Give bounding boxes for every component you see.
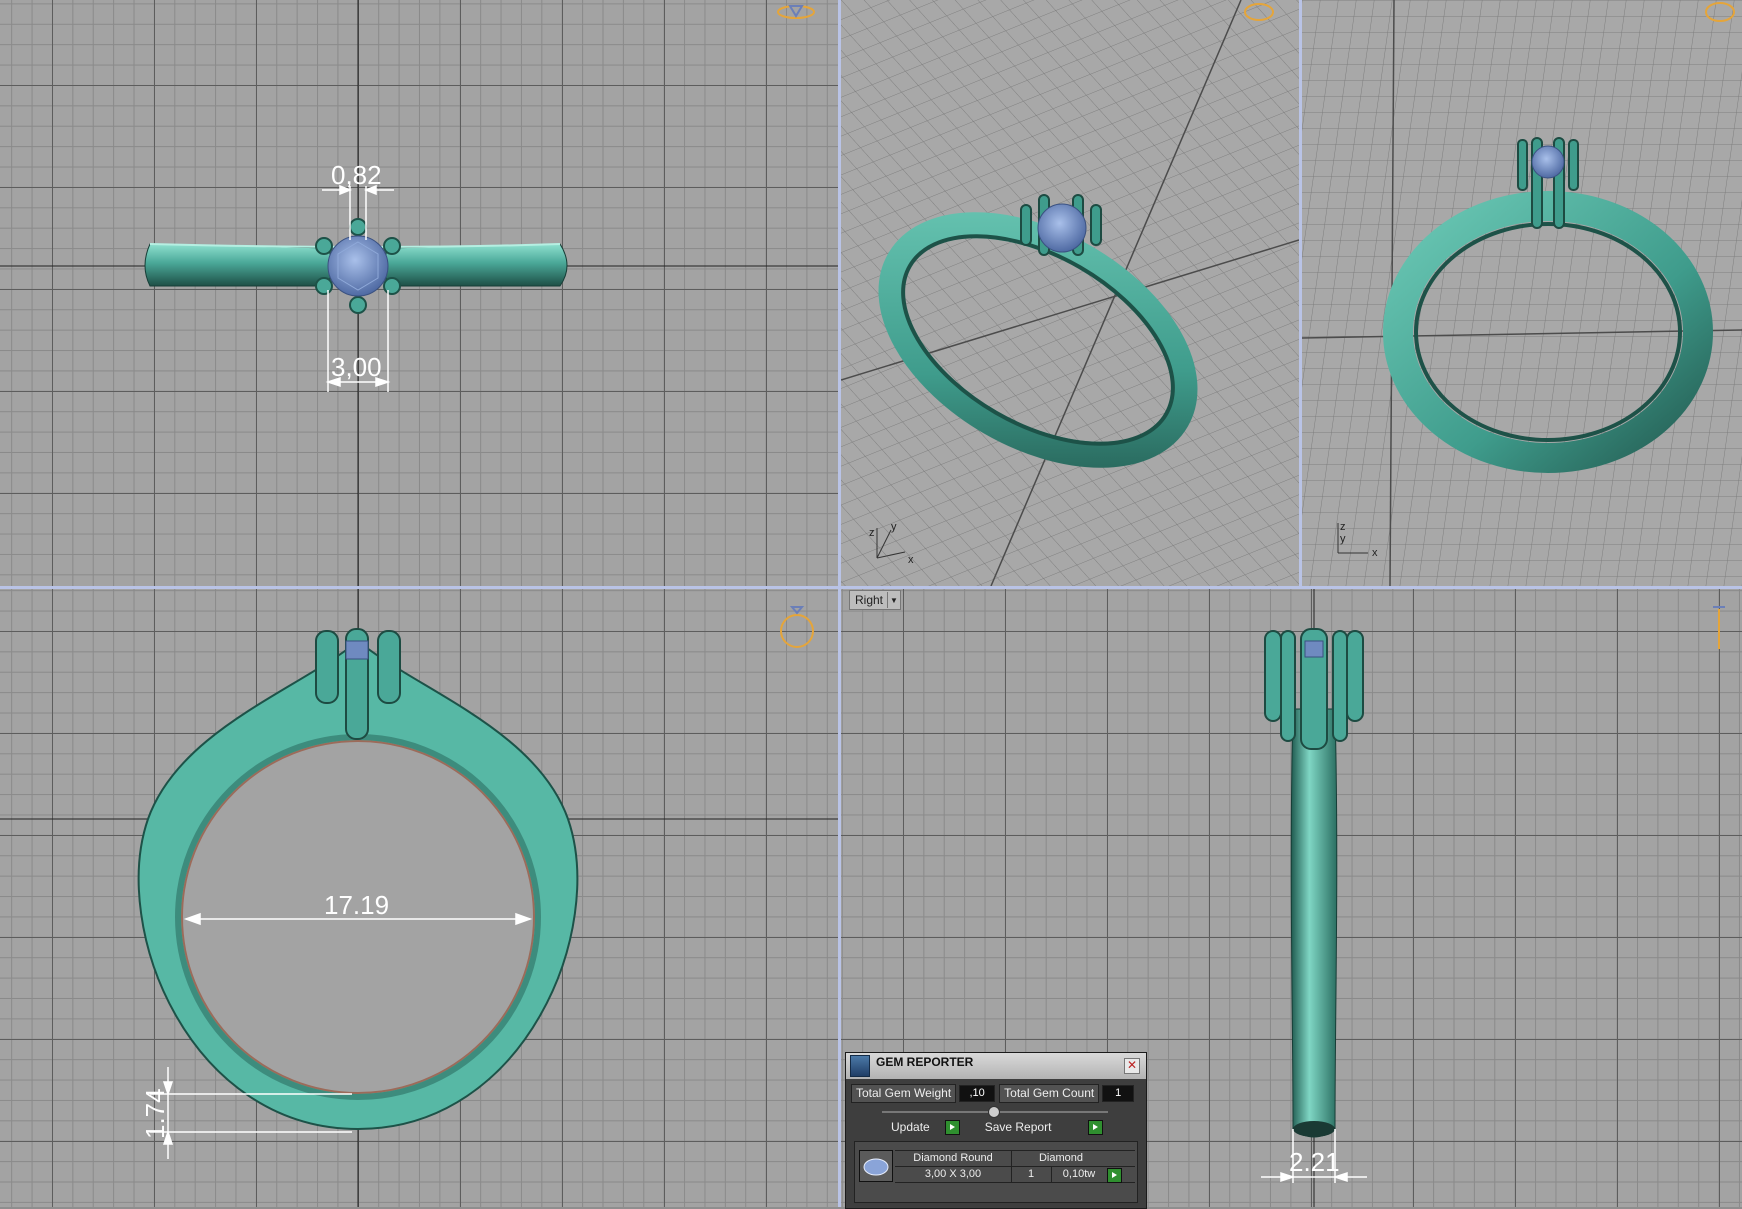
svg-text:x: x <box>1372 547 1378 559</box>
gem-reporter-logo-icon <box>850 1055 870 1077</box>
gem-weight: 0,10tw <box>1062 1168 1096 1180</box>
view-label-text: Right <box>855 593 884 607</box>
total-gem-count-value: 1 <box>1102 1085 1135 1102</box>
perspective2-canvas: z y x <box>1302 0 1742 586</box>
dimension-width-label: 2.21 <box>1289 1147 1340 1177</box>
gem-material: Diamond <box>1038 1152 1084 1164</box>
svg-text:y: y <box>891 521 897 533</box>
gem-count: 1 <box>1027 1168 1035 1180</box>
svg-text:z: z <box>1340 521 1346 533</box>
gem-list: Diamond Round Diamond 3,00 X 3,00 1 0,10… <box>854 1141 1138 1203</box>
save-report-button[interactable] <box>1087 1120 1103 1135</box>
ring-band-top <box>144 243 331 287</box>
viewport-top[interactable]: 0,82 3,00 <box>0 0 838 586</box>
gem-top <box>327 235 389 297</box>
viewport-perspective-1[interactable]: z y x <box>841 0 1299 586</box>
dimension-prong-label: 0,82 <box>331 160 382 190</box>
gem-reporter-titlebar[interactable]: GEM REPORTER ✕ <box>846 1053 1146 1079</box>
front-view-canvas: 17.19 1.74 <box>0 589 838 1207</box>
nav-cube-icon <box>777 5 815 19</box>
top-view-canvas: 0,82 3,00 <box>0 0 838 586</box>
panel-slider[interactable] <box>882 1106 1108 1118</box>
gem-thumbnail-icon[interactable] <box>859 1150 893 1182</box>
save-report-label: Save Report <box>984 1120 1052 1134</box>
viewport-front[interactable]: 17.19 1.74 <box>0 589 838 1207</box>
gem-reporter-title: GEM REPORTER <box>876 1055 974 1069</box>
viewport-divider-vertical[interactable] <box>838 0 841 1207</box>
viewport-divider-vertical-2[interactable] <box>1299 0 1302 586</box>
dimension-inner-label: 17.19 <box>324 890 389 920</box>
total-gem-weight-value: ,10 <box>959 1085 996 1102</box>
ring-shank-right <box>1290 708 1338 1138</box>
gem-name: Diamond Round <box>913 1152 993 1164</box>
gem-perspective-1 <box>1037 203 1087 253</box>
svg-text:z: z <box>869 527 875 539</box>
update-button[interactable] <box>944 1120 960 1135</box>
nav-cube-icon <box>780 606 814 648</box>
perspective1-canvas: z y x <box>841 0 1299 586</box>
close-icon[interactable]: ✕ <box>1124 1058 1140 1074</box>
dimension-stone-label: 3,00 <box>331 352 382 382</box>
update-label: Update <box>891 1120 930 1134</box>
gem-row-go-button[interactable] <box>1107 1168 1122 1183</box>
viewport-perspective-2[interactable]: z y x <box>1302 0 1742 586</box>
gem-reporter-panel: GEM REPORTER ✕ Total Gem Weight ,10 Tota… <box>845 1052 1147 1209</box>
total-gem-weight-label: Total Gem Weight <box>851 1084 957 1103</box>
nav-cube-icon <box>1713 606 1725 649</box>
svg-text:x: x <box>908 554 914 566</box>
gem-size: 3,00 X 3,00 <box>924 1168 982 1180</box>
viewport-divider-horizontal[interactable] <box>0 586 1742 589</box>
dimension-band-label: 1.74 <box>140 1088 170 1139</box>
gem-perspective-2 <box>1531 145 1565 179</box>
chevron-down-icon[interactable]: ▼ <box>887 592 900 608</box>
svg-text:y: y <box>1340 533 1346 545</box>
total-gem-count-label: Total Gem Count <box>999 1084 1100 1103</box>
view-label-dropdown[interactable]: Right ▼ <box>849 590 902 610</box>
